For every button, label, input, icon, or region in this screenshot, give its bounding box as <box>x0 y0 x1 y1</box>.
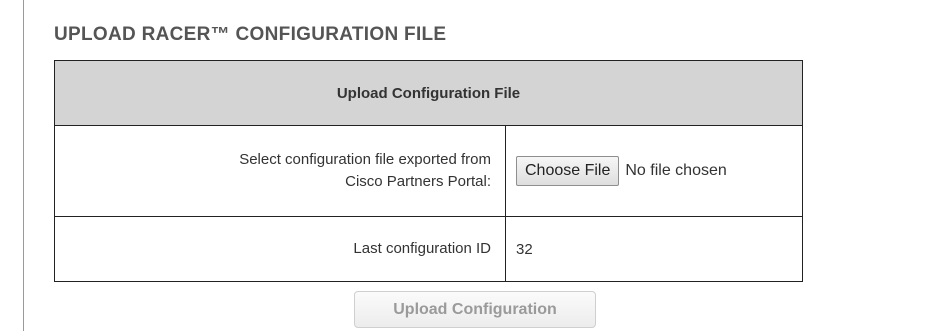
table-header: Upload Configuration File <box>54 60 803 126</box>
choose-file-button[interactable]: Choose File <box>516 156 620 186</box>
file-select-label-line2: Cisco Partners Portal: <box>345 173 491 190</box>
table-header-row: Upload Configuration File <box>54 60 803 126</box>
section-title: UPLOAD RACER™ CONFIGURATION FILE <box>54 24 447 45</box>
file-select-label-line1: Select configuration file exported from <box>239 151 491 168</box>
left-divider <box>23 0 24 331</box>
file-input: Choose File No file chosen <box>516 156 792 186</box>
file-select-label: Select configuration file exported from … <box>54 125 506 217</box>
last-config-id-value: 32 <box>505 216 803 282</box>
last-config-id-label: Last configuration ID <box>54 216 506 282</box>
file-select-cell: Choose File No file chosen <box>505 125 803 217</box>
upload-configuration-button[interactable]: Upload Configuration <box>354 291 596 328</box>
table-row-file-select: Select configuration file exported from … <box>54 125 803 217</box>
table-row-last-config-id: Last configuration ID 32 <box>54 216 803 282</box>
file-status-text: No file chosen <box>625 162 727 179</box>
upload-config-table: Upload Configuration File Select configu… <box>54 60 803 282</box>
